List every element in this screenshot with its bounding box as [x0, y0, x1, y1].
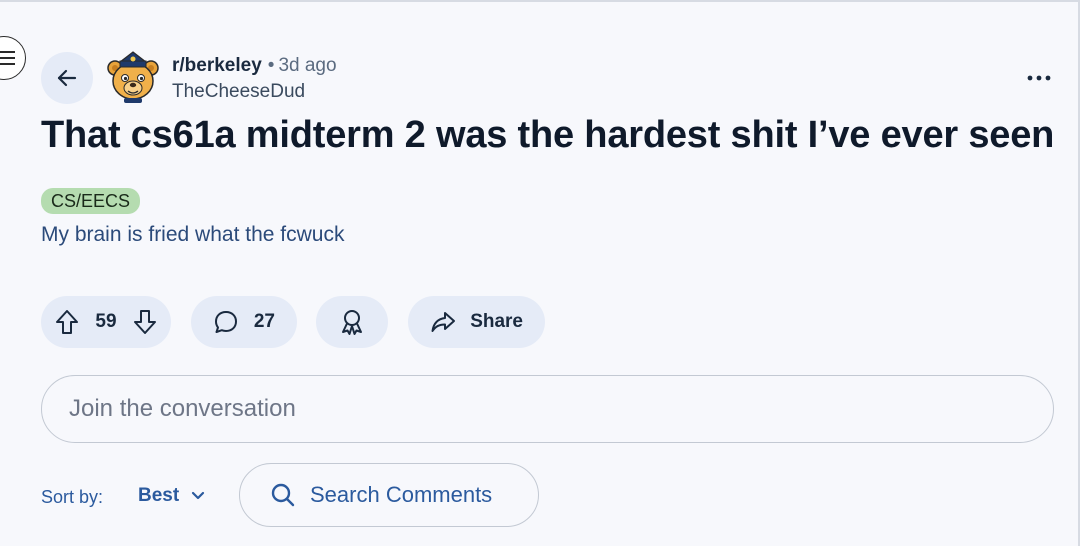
- post-author[interactable]: TheCheeseDud: [172, 81, 305, 103]
- sort-dropdown[interactable]: Best: [138, 485, 205, 507]
- menu-button[interactable]: [0, 36, 26, 80]
- more-options-button[interactable]: [1024, 64, 1054, 92]
- post-body: My brain is fried what the fcwuck: [41, 223, 345, 246]
- award-ribbon-icon: [342, 310, 362, 335]
- vote-bar: 59: [41, 296, 171, 348]
- search-comments-button[interactable]: Search Comments: [239, 463, 539, 527]
- sort-value: Best: [138, 485, 180, 506]
- share-button[interactable]: Share: [408, 296, 545, 348]
- arrow-left-icon: [57, 69, 77, 87]
- post-time: 3d ago: [278, 55, 337, 76]
- arrow-up-icon: [56, 310, 78, 334]
- bear-mascot-icon: [107, 51, 159, 103]
- share-label: Share: [470, 311, 523, 332]
- comments-button[interactable]: 27: [191, 296, 297, 348]
- sort-label: Sort by:: [41, 487, 104, 507]
- hamburger-icon: [0, 51, 15, 65]
- ellipsis-icon: [1027, 75, 1051, 81]
- upvote-button[interactable]: [55, 309, 79, 335]
- post-title: That cs61a midterm 2 was the hardest shi…: [41, 114, 1055, 156]
- window-top-border: [0, 0, 1080, 2]
- comment-count: 27: [253, 311, 275, 332]
- subreddit-avatar[interactable]: [106, 50, 160, 104]
- share-arrow-icon: [431, 312, 455, 332]
- chevron-down-icon: [192, 491, 205, 500]
- downvote-button[interactable]: [133, 309, 157, 335]
- search-comments-label: Search Comments: [310, 482, 493, 507]
- search-icon: [271, 483, 295, 507]
- post-flair[interactable]: CS/EECS: [41, 188, 141, 214]
- meta-separator: •: [267, 55, 275, 76]
- post-meta: r/berkeley • 3d ago: [172, 55, 337, 77]
- award-button[interactable]: [316, 296, 388, 348]
- arrow-down-icon: [133, 310, 156, 334]
- vote-count: 59: [95, 311, 117, 332]
- speech-bubble-icon: [215, 311, 237, 333]
- back-button[interactable]: [41, 52, 93, 104]
- subreddit-link[interactable]: r/berkeley: [172, 55, 262, 76]
- comment-input[interactable]: [41, 375, 1054, 443]
